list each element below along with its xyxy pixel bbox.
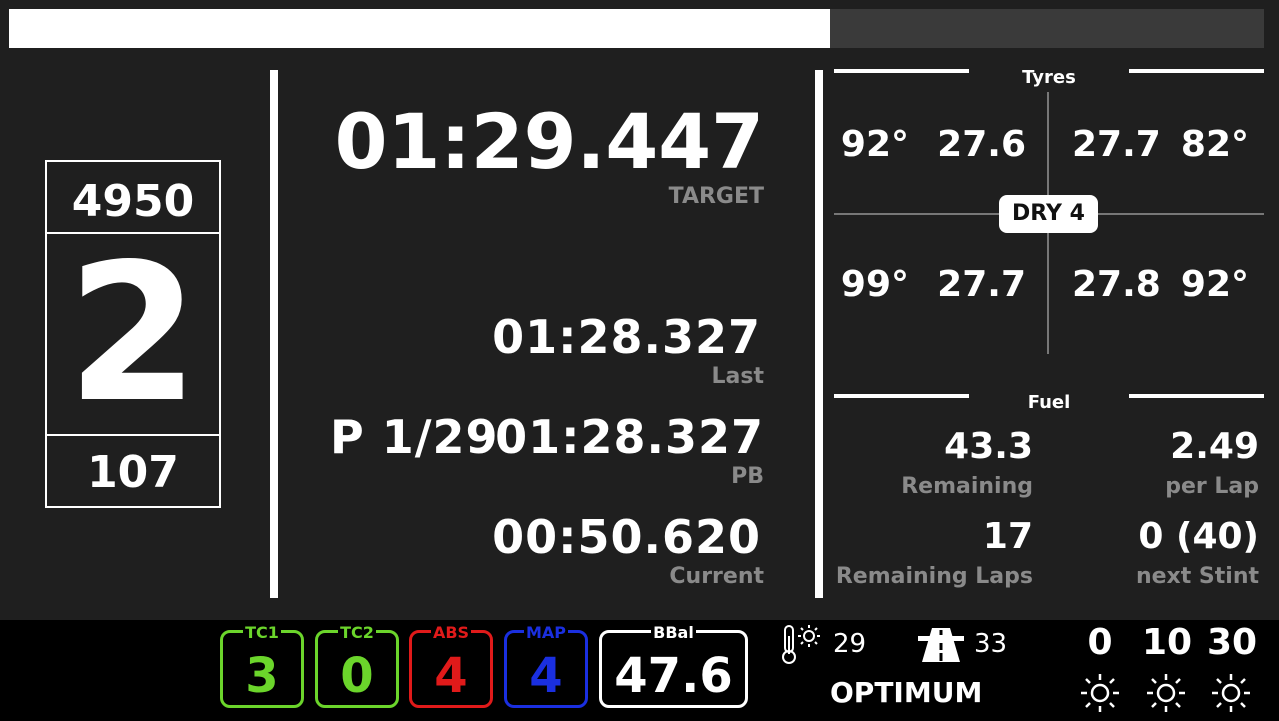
- tc1-indicator: TC1 3: [220, 623, 304, 708]
- gear-box: 4950 2 107: [45, 160, 223, 508]
- track-temp-value: 33: [974, 629, 1008, 659]
- race-position: P 1/29: [330, 410, 499, 464]
- air-temp-value: 29: [833, 629, 867, 659]
- right-divider: [815, 70, 823, 598]
- tyre-fl-pressure: 27.6: [937, 124, 1026, 165]
- speed-cell: 107: [45, 434, 221, 508]
- weather-value-10: 10: [1141, 622, 1193, 663]
- current-label: Current: [669, 564, 764, 589]
- tyre-compound-label: DRY 4: [1012, 201, 1085, 226]
- fuel-title: Fuel: [1027, 392, 1071, 413]
- abs-label: ABS: [430, 623, 472, 642]
- tyres-header-line-left: [834, 69, 969, 73]
- map-indicator: MAP 4: [504, 623, 588, 708]
- tyre-rr-temp: 92°: [1180, 264, 1249, 305]
- abs-value: 4: [434, 648, 468, 704]
- fuel-remaining-laps-value: 17: [982, 516, 1033, 557]
- fuel-remaining-value: 43.3: [944, 426, 1033, 467]
- fuel-per-lap-value: 2.49: [1170, 426, 1259, 467]
- fuel-header-line-right: [1129, 394, 1264, 398]
- map-label: MAP: [523, 623, 569, 642]
- current-time: 00:50.620: [492, 510, 761, 564]
- track-condition: OPTIMUM: [830, 676, 983, 709]
- tyre-fr-pressure: 27.7: [1072, 124, 1161, 165]
- target-time: 01:29.447: [334, 97, 764, 186]
- weather-value-30: 30: [1206, 622, 1258, 663]
- bbal-value: 47.6: [614, 648, 733, 704]
- tc2-label: TC2: [338, 623, 376, 642]
- left-divider: [270, 70, 278, 598]
- tc2-indicator: TC2 0: [315, 623, 399, 708]
- bbal-label: BBal: [651, 623, 696, 642]
- thermometer-sun-icon: [782, 625, 820, 664]
- tyre-compound-badge: DRY 4: [999, 195, 1098, 233]
- gear-cell: 2: [45, 232, 221, 436]
- last-time: 01:28.327: [492, 310, 761, 364]
- fuel-header-line-left: [834, 394, 969, 398]
- sun-icon: [1081, 674, 1119, 712]
- tyres-title: Tyres: [1022, 67, 1076, 88]
- target-label: TARGET: [668, 184, 764, 209]
- tc1-label: TC1: [243, 623, 281, 642]
- tyre-rr-pressure: 27.8: [1072, 264, 1161, 305]
- tyre-rl-temp: 99°: [840, 264, 909, 305]
- abs-indicator: ABS 4: [409, 623, 493, 708]
- pb-time: 01:28.327: [495, 410, 764, 464]
- fuel-remaining-laps-label: Remaining Laps: [835, 564, 1033, 589]
- sun-icon: [1212, 674, 1250, 712]
- pb-label: PB: [731, 464, 764, 489]
- tyre-fl-temp: 92°: [840, 124, 909, 165]
- fuel-next-stint-value: 0 (40): [1138, 516, 1259, 557]
- weather-value-now: 0: [1087, 622, 1113, 663]
- brake-balance-indicator: BBal 47.6: [599, 623, 748, 708]
- last-label: Last: [711, 364, 764, 389]
- sun-icon: [1147, 674, 1185, 712]
- tc2-value: 0: [340, 648, 374, 704]
- lap-progress-fill: [9, 9, 830, 48]
- tyre-rl-pressure: 27.7: [937, 264, 1026, 305]
- tc1-value: 3: [245, 648, 279, 704]
- fuel-per-lap-label: per Lap: [1165, 474, 1259, 499]
- tyres-header-line-right: [1129, 69, 1264, 73]
- map-value: 4: [529, 648, 563, 704]
- tyre-fr-temp: 82°: [1180, 124, 1249, 165]
- road-icon: [918, 628, 964, 662]
- lap-progress-bar: [9, 9, 1264, 48]
- gear-value: 2: [66, 223, 200, 444]
- fuel-next-stint-label: next Stint: [1135, 564, 1259, 589]
- speed-value: 107: [87, 447, 179, 498]
- fuel-remaining-label: Remaining: [901, 474, 1033, 499]
